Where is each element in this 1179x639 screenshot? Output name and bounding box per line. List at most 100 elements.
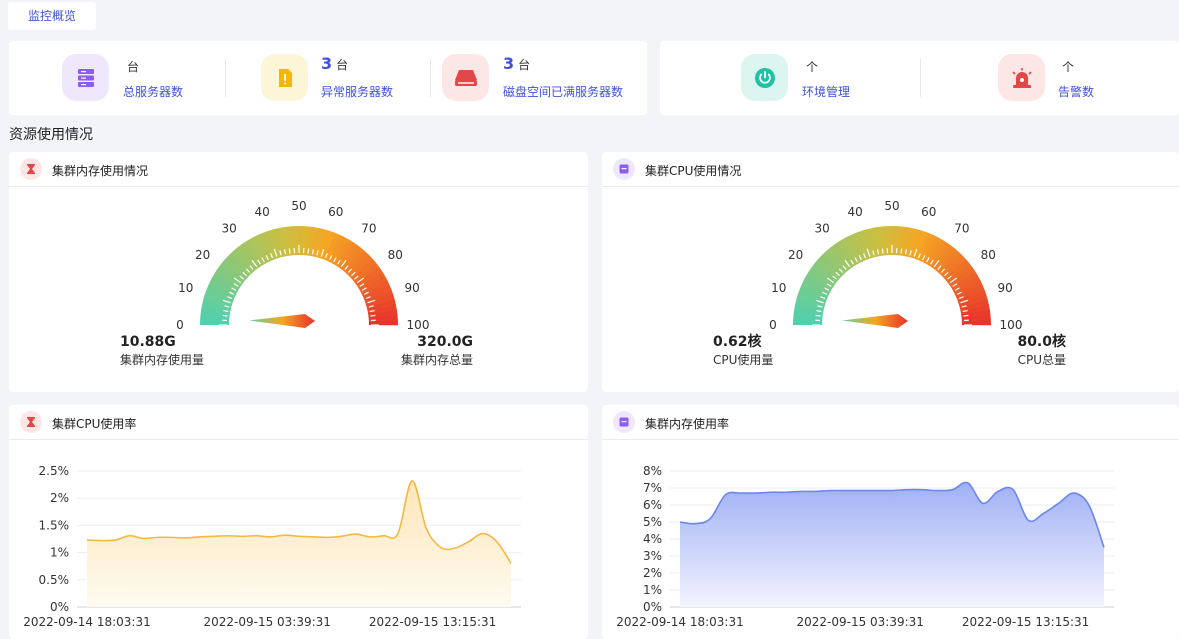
y-tick-label: 3%	[643, 549, 662, 563]
gauge-tick-label: 70	[361, 222, 376, 236]
stat-value: 个	[806, 60, 819, 74]
section-title: 资源使用情况	[9, 127, 93, 143]
y-tick-label: 2%	[643, 566, 662, 580]
gauge-used-value: 10.88G	[120, 334, 176, 350]
panel-title: 集群内存使用率	[645, 417, 730, 431]
tab-monitor-overview[interactable]: 监控概览	[8, 2, 96, 30]
cpu-rate-panel: 集群CPU使用率 0% 0.5% 1% 1.5% 2% 2.5% 2022-09-14 18…	[9, 405, 588, 639]
stat-value: 3台	[503, 54, 531, 73]
stats-card-servers: 台 总服务器数 3台 异常服务器数 3台 磁盘空间已满服务器数	[9, 41, 647, 115]
disk-icon-badge	[442, 54, 489, 101]
memory-gauge-panel: 集群内存使用情况 0 10 20 30 40 50 60 70 80 90 100 10.88G 集群内…	[9, 152, 588, 392]
cpu-icon	[619, 164, 629, 174]
gauge-tick-label: 90	[405, 281, 420, 295]
panel-icon-badge	[20, 411, 42, 433]
mem-rate-chart: 0% 1% 2% 3% 4% 5% 6% 7% 8% 2022-09-14 18:03:31 202…	[616, 464, 1114, 629]
stat-value: 台	[127, 60, 140, 74]
y-tick-label: 7%	[643, 481, 662, 495]
x-tick-label: 2022-09-14 18:03:31	[616, 615, 743, 629]
stat-label: 总服务器数	[123, 85, 184, 99]
power-icon-badge	[741, 54, 788, 101]
gauge-tick	[900, 248, 903, 254]
y-tick-label: 0%	[643, 600, 662, 614]
gauge-tick	[370, 314, 376, 317]
gauge-pointer	[842, 314, 908, 328]
gauge-tick-label: 50	[291, 199, 306, 213]
alarm-icon-badge	[998, 54, 1045, 101]
stat-label: 环境管理	[802, 85, 851, 99]
x-tick-label: 2022-09-15 03:39:31	[203, 615, 330, 629]
gauge-tick-label: 30	[814, 222, 829, 236]
disk-full-icon	[454, 69, 477, 86]
stat-label: 磁盘空间已满服务器数	[503, 85, 624, 99]
panel-header: 集群CPU使用率	[9, 405, 588, 440]
x-tick-label: 2022-09-15 03:39:31	[796, 615, 923, 629]
stat-value: 个	[1062, 60, 1075, 74]
gauge-total-value: 320.0G	[417, 334, 473, 350]
gauge-tick-label: 10	[771, 281, 786, 295]
gauge-pointer	[249, 314, 315, 328]
server-icon	[77, 68, 94, 87]
gauge-tick-label: 20	[788, 248, 803, 262]
panel-icon-badge	[20, 158, 42, 180]
y-tick-label: 1.5%	[39, 518, 70, 532]
x-tick-label: 2022-09-15 13:15:31	[962, 615, 1089, 629]
gauge-used-label: 集群内存使用量	[120, 352, 204, 367]
stat-label: 告警数	[1058, 85, 1095, 99]
cpu-rate-chart: 0% 0.5% 1% 1.5% 2% 2.5% 2022-09-14 18:03:31 202…	[23, 464, 521, 629]
alarm-siren-icon	[1011, 67, 1032, 88]
panel-title: 集群CPU使用率	[52, 417, 137, 431]
gauge-tick-label: 70	[954, 222, 969, 236]
gauge-tick-label: 100	[407, 318, 430, 332]
y-tick-label: 2.5%	[39, 464, 70, 478]
gauge-tick-label: 10	[178, 281, 193, 295]
series-area	[87, 480, 511, 607]
gauge-tick	[222, 314, 228, 317]
gauge-total-label: CPU总量	[1018, 353, 1066, 367]
panel-icon-badge	[613, 411, 635, 433]
gauge-tick-label: 40	[848, 205, 863, 219]
hourglass-icon	[27, 417, 35, 427]
panel-header: 集群内存使用情况	[9, 152, 588, 187]
warning-icon-badge	[261, 54, 308, 101]
x-tick-label: 2022-09-14 18:03:31	[23, 615, 150, 629]
divider	[430, 59, 431, 97]
panel-header: 集群CPU使用情况	[602, 152, 1179, 187]
power-icon	[754, 67, 775, 88]
gauge-tick-label: 50	[884, 199, 899, 213]
gauge-tick-label: 60	[921, 205, 936, 219]
y-tick-label: 1%	[643, 583, 662, 597]
y-tick-label: 8%	[643, 464, 662, 478]
gauge-total-value: 80.0核	[1017, 333, 1066, 350]
gauge-tick-label: 80	[388, 248, 403, 262]
gauge-tick-label: 0	[176, 318, 184, 332]
panel-title: 集群CPU使用情况	[645, 164, 742, 178]
stat-label: 异常服务器数	[321, 85, 394, 99]
series-area	[680, 482, 1104, 607]
y-tick-label: 5%	[643, 515, 662, 529]
gauge-tick-label: 30	[221, 222, 236, 236]
y-tick-label: 2%	[50, 491, 69, 505]
x-tick-label: 2022-09-15 13:15:31	[369, 615, 496, 629]
y-tick-label: 0.5%	[39, 573, 70, 587]
gauge-tick	[815, 314, 821, 317]
gauge-total-label: 集群内存总量	[401, 352, 473, 367]
y-tick-label: 1%	[50, 546, 69, 560]
gauge-tick	[881, 248, 884, 254]
gauge-tick	[288, 248, 291, 254]
divider	[920, 59, 921, 97]
stat-value: 3台	[321, 54, 349, 73]
panel-icon-badge	[613, 158, 635, 180]
panel-header: 集群内存使用率	[602, 405, 1179, 440]
gauge-tick-label: 0	[769, 318, 777, 332]
memory-gauge: 0 10 20 30 40 50 60 70 80 90 100 10.88G 集群内存使用量 320.0…	[120, 199, 473, 367]
gauge-used-value: 0.62核	[713, 333, 762, 350]
y-tick-label: 6%	[643, 498, 662, 512]
warning-file-icon	[278, 68, 292, 87]
stats-card-env: 个 环境管理 个 告警数	[660, 41, 1179, 115]
gauge-tick-label: 90	[998, 281, 1013, 295]
server-icon-badge	[62, 54, 109, 101]
y-tick-label: 0%	[50, 600, 69, 614]
gauge-tick-label: 80	[981, 248, 996, 262]
cpu-icon	[619, 417, 629, 427]
